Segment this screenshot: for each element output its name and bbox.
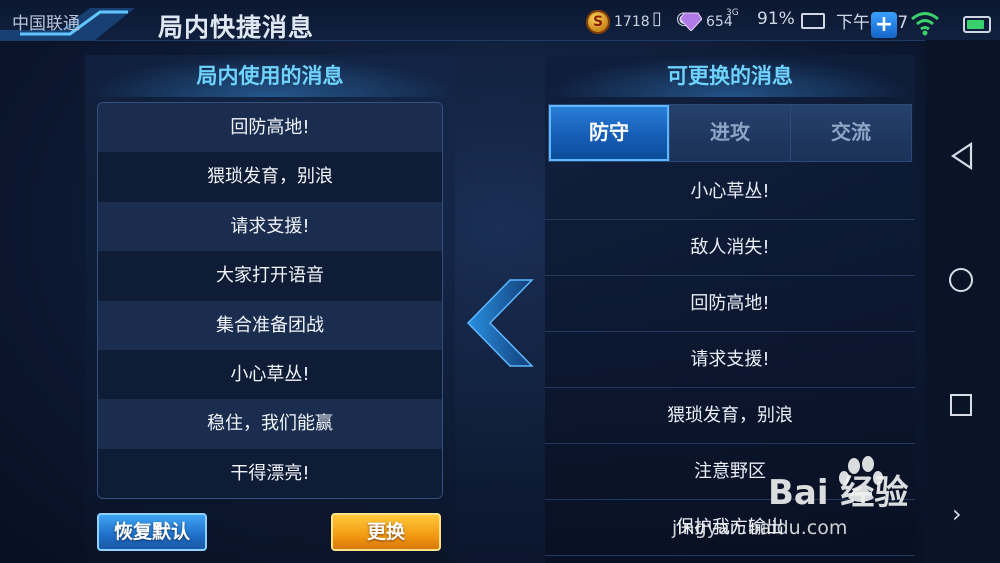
carrier-name: 中国联通 — [12, 14, 80, 34]
message-item[interactable]: 小心草丛! — [98, 349, 442, 400]
tab-attack[interactable]: 进攻 — [670, 105, 791, 161]
network-type: 3G — [726, 8, 739, 18]
replaceable-message-item[interactable]: 猥琐发育，别浪 — [545, 388, 915, 444]
battery-icon — [963, 16, 991, 33]
in-game-message-list: 回防高地! 猥琐发育，别浪 请求支援! 大家打开语音 集合准备团战 小心草丛! … — [97, 102, 443, 499]
chevron-right-icon[interactable]: › — [952, 500, 962, 528]
watermark-brand: Bai 经验 — [768, 473, 908, 513]
page-title: 局内快捷消息 — [158, 13, 315, 42]
message-item[interactable]: 请求支援! — [98, 201, 442, 252]
replaceable-message-item[interactable]: 请求支援! — [545, 332, 915, 388]
replaceable-message-item[interactable]: 小心草丛! — [545, 164, 915, 220]
replaceable-message-item[interactable]: 回防高地! — [545, 276, 915, 332]
replaceable-messages-header: 可更换的消息 — [545, 55, 915, 97]
tab-communication[interactable]: 交流 — [791, 105, 911, 161]
replaceable-message-item[interactable]: 敌人消失! — [545, 220, 915, 276]
replace-button[interactable]: 更换 — [331, 513, 441, 551]
restore-default-button[interactable]: 恢复默认 — [97, 513, 207, 551]
home-icon[interactable] — [949, 268, 973, 292]
baidu-paw-logo: Bai 经验 — [768, 456, 908, 513]
message-item[interactable]: 大家打开语音 — [98, 251, 442, 301]
watermark-url: jingyan.baidu.com — [672, 517, 848, 539]
message-item[interactable]: 回防高地! — [98, 103, 442, 153]
message-category-tabs: 防守 进攻 交流 — [548, 104, 912, 162]
message-item[interactable]: 干得漂亮! — [98, 448, 442, 498]
recent-apps-icon[interactable] — [950, 394, 972, 416]
status-bar: 中国联通 局内快捷消息 S 1718 ▯ ◉ 654 3G 91% 下午4:37… — [0, 0, 1000, 42]
battery-outline-icon — [801, 13, 825, 29]
message-item[interactable]: 集合准备团战 — [98, 300, 442, 350]
back-icon[interactable] — [950, 142, 974, 170]
diamond-icon — [680, 12, 702, 31]
message-item[interactable]: 稳住，我们能赢 — [98, 399, 442, 449]
add-button[interactable]: + — [871, 12, 897, 38]
message-item[interactable]: 猥琐发育，别浪 — [98, 152, 442, 202]
tab-defense[interactable]: 防守 — [549, 105, 670, 161]
battery-percent: 91% — [757, 9, 795, 29]
swap-arrow-icon[interactable] — [462, 278, 534, 368]
gold-coin-icon: S — [586, 10, 610, 34]
in-game-messages-header: 局内使用的消息 — [85, 55, 455, 97]
coin-count: 1718 — [614, 14, 650, 30]
vibrate-icon: ▯ — [652, 8, 662, 29]
wifi-icon — [911, 12, 939, 36]
